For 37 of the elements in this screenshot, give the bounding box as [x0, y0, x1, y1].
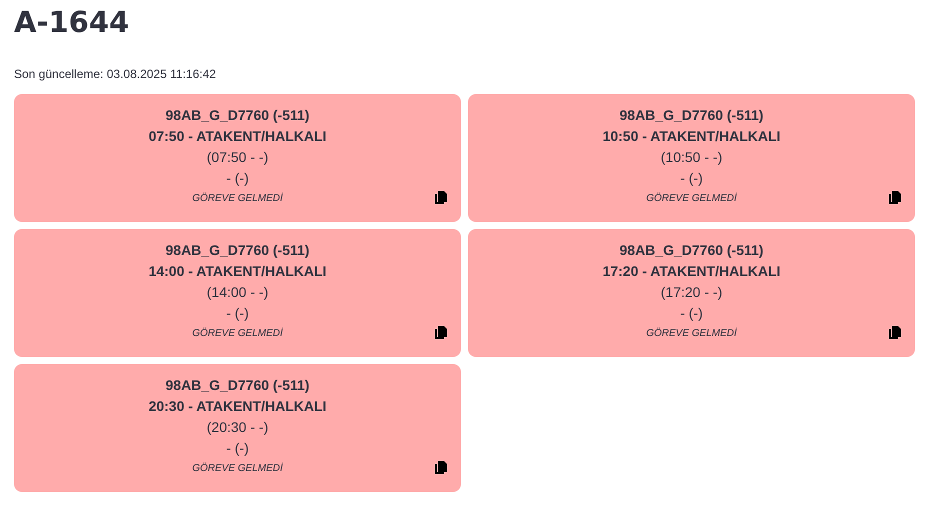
- status-text: GÖREVE GELMEDİ: [192, 326, 283, 341]
- trip-text: 20:30 - ATAKENT/HALKALI: [148, 397, 326, 416]
- copy-icon: [434, 326, 448, 340]
- times-text: (14:00 - -): [206, 283, 268, 302]
- driver-text: - (-): [680, 304, 703, 323]
- copy-button[interactable]: [434, 326, 448, 340]
- copy-icon: [888, 191, 902, 205]
- driver-text: - (-): [680, 169, 703, 188]
- vehicle-text: 98AB_G_D7760 (-511): [620, 106, 764, 125]
- copy-button[interactable]: [434, 191, 448, 205]
- vehicle-text: 98AB_G_D7760 (-511): [166, 106, 310, 125]
- status-text: GÖREVE GELMEDİ: [192, 462, 283, 476]
- status-text: GÖREVE GELMEDİ: [646, 192, 737, 206]
- trip-text: 14:00 - ATAKENT/HALKALI: [148, 262, 326, 281]
- vehicle-text: 98AB_G_D7760 (-511): [620, 241, 764, 260]
- times-text: (20:30 - -): [206, 418, 268, 437]
- times-text: (17:20 - -): [660, 283, 722, 302]
- vehicle-text: 98AB_G_D7760 (-511): [166, 376, 310, 395]
- trip-text: 10:50 - ATAKENT/HALKALI: [602, 127, 780, 146]
- copy-button[interactable]: [434, 461, 448, 475]
- copy-button[interactable]: [888, 191, 902, 205]
- trip-text: 07:50 - ATAKENT/HALKALI: [148, 127, 326, 146]
- copy-icon: [434, 461, 448, 475]
- driver-text: - (-): [226, 169, 249, 188]
- driver-text: - (-): [226, 439, 249, 458]
- driver-text: - (-): [226, 304, 249, 323]
- status-text: GÖREVE GELMEDİ: [192, 192, 283, 206]
- last-update-text: Son güncelleme: 03.08.2025 11:16:42: [14, 66, 217, 82]
- copy-icon: [888, 326, 902, 340]
- status-text: GÖREVE GELMEDİ: [646, 326, 737, 341]
- page-title: A-1644: [14, 4, 130, 41]
- vehicle-text: 98AB_G_D7760 (-511): [166, 241, 310, 260]
- copy-button[interactable]: [888, 326, 902, 340]
- times-text: (07:50 - -): [206, 148, 268, 167]
- times-text: (10:50 - -): [660, 148, 722, 167]
- trip-text: 17:20 - ATAKENT/HALKALI: [602, 262, 780, 281]
- copy-icon: [434, 191, 448, 205]
